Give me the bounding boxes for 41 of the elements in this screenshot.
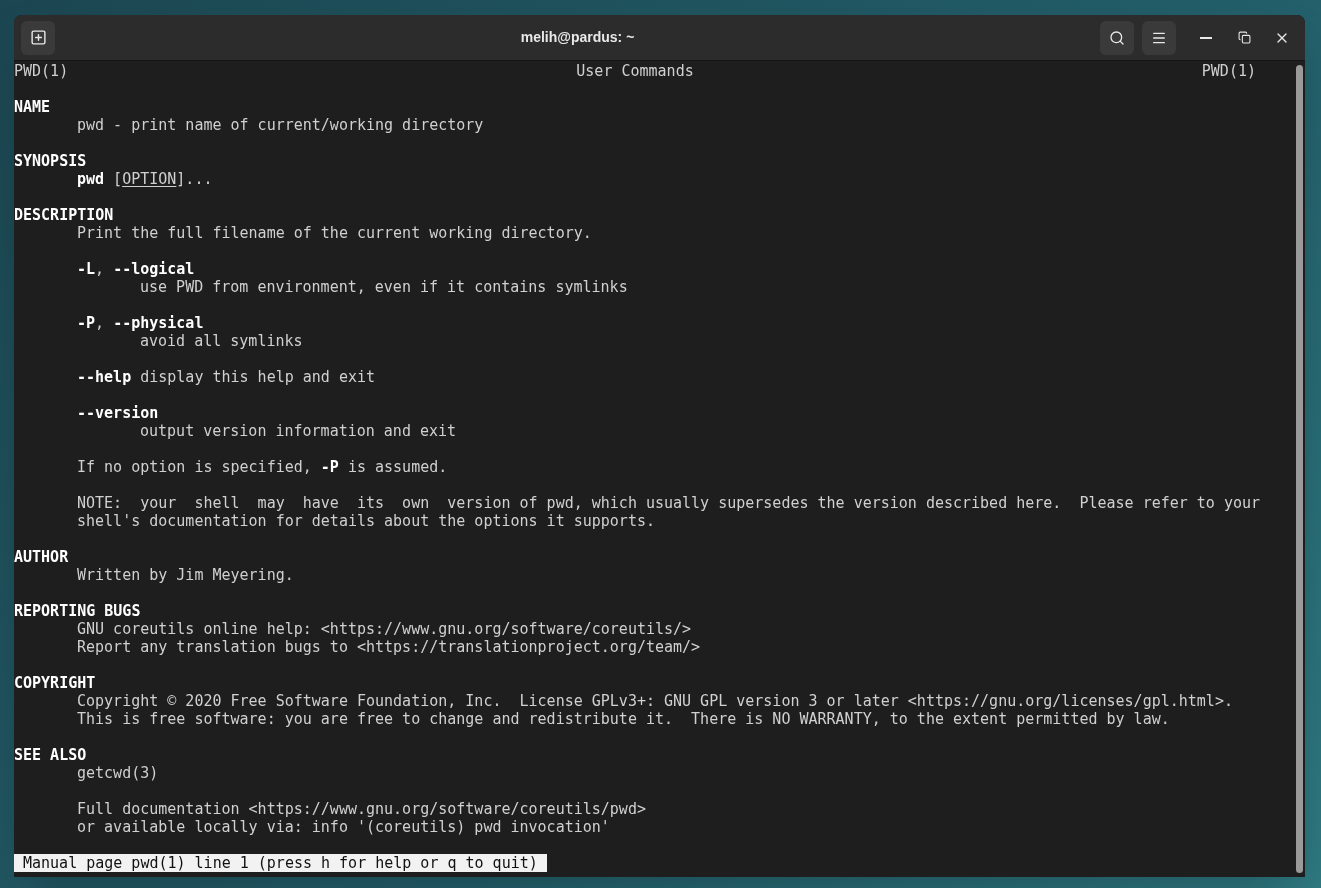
man-text: If no option is specified, -P is assumed. bbox=[77, 458, 448, 476]
man-text: pwd - print name of current/working directory bbox=[77, 116, 484, 134]
man-text: --help display this help and exit bbox=[77, 368, 376, 386]
section-heading: NAME bbox=[14, 98, 51, 116]
section-heading: REPORTING BUGS bbox=[14, 602, 141, 620]
man-text: avoid all symlinks bbox=[140, 332, 303, 350]
man-text: pwd [OPTION]... bbox=[77, 170, 213, 188]
man-header-text: PWD(1) bbox=[1201, 62, 1256, 80]
section-heading: SYNOPSIS bbox=[14, 152, 87, 170]
man-text: -L, --logical bbox=[77, 260, 195, 278]
scrollbar-thumb[interactable] bbox=[1295, 65, 1303, 873]
man-text: This is free software: you are free to change and redistribute it. There is NO WARRANTY, to the extent permitted by law. bbox=[77, 710, 1170, 728]
man-header-text: User Commands bbox=[576, 62, 694, 80]
man-text: output version information and exit bbox=[140, 422, 457, 440]
man-text: Copyright © 2020 Free Software Foundation, Inc. License GPLv3+: GNU GPL version 3 or later <https://gnu.org/licenses/gpl.html>. bbox=[77, 692, 1233, 710]
man-text: Print the full filename of the current working directory. bbox=[77, 224, 592, 242]
section-heading: SEE ALSO bbox=[14, 746, 87, 764]
search-icon bbox=[1109, 29, 1125, 46]
man-text: -P, --physical bbox=[77, 314, 204, 332]
search-button[interactable] bbox=[1100, 20, 1134, 55]
section-heading: COPYRIGHT bbox=[14, 674, 96, 692]
man-text: or available locally via: info '(coreutils) pwd invocation' bbox=[77, 818, 610, 836]
window-title: melih@pardus: ~ bbox=[520, 28, 635, 47]
new-tab-button[interactable] bbox=[21, 20, 55, 55]
man-text: Written by Jim Meyering. bbox=[77, 566, 294, 584]
menu-button[interactable] bbox=[1142, 20, 1176, 55]
man-text: --version bbox=[77, 404, 159, 422]
man-text: use PWD from environment, even if it contains symlinks bbox=[140, 278, 628, 296]
man-text: getcwd(3) bbox=[77, 764, 159, 782]
new-tab-icon bbox=[29, 29, 47, 46]
man-text: NOTE: your shell may have its own version of pwd, which usually supersedes the version described here. Please refer to your bbox=[77, 494, 1261, 512]
pager-status-text: Manual page pwd(1) line 1 (press h for help or q to quit) bbox=[14, 854, 547, 872]
man-text: shell's documentation for details about the options it supports. bbox=[77, 512, 655, 530]
restore-icon bbox=[1237, 31, 1251, 44]
minimize-icon bbox=[1200, 36, 1212, 39]
section-heading: DESCRIPTION bbox=[14, 206, 114, 224]
man-header-text: PWD(1) bbox=[14, 62, 69, 80]
section-heading: AUTHOR bbox=[14, 548, 69, 566]
man-text: GNU coreutils online help: <https://www.gnu.org/software/coreutils/> bbox=[77, 620, 692, 638]
man-text: Full documentation <https://www.gnu.org/software/coreutils/pwd> bbox=[77, 800, 646, 818]
man-text: Report any translation bugs to <https://translationproject.org/team/> bbox=[77, 638, 701, 656]
